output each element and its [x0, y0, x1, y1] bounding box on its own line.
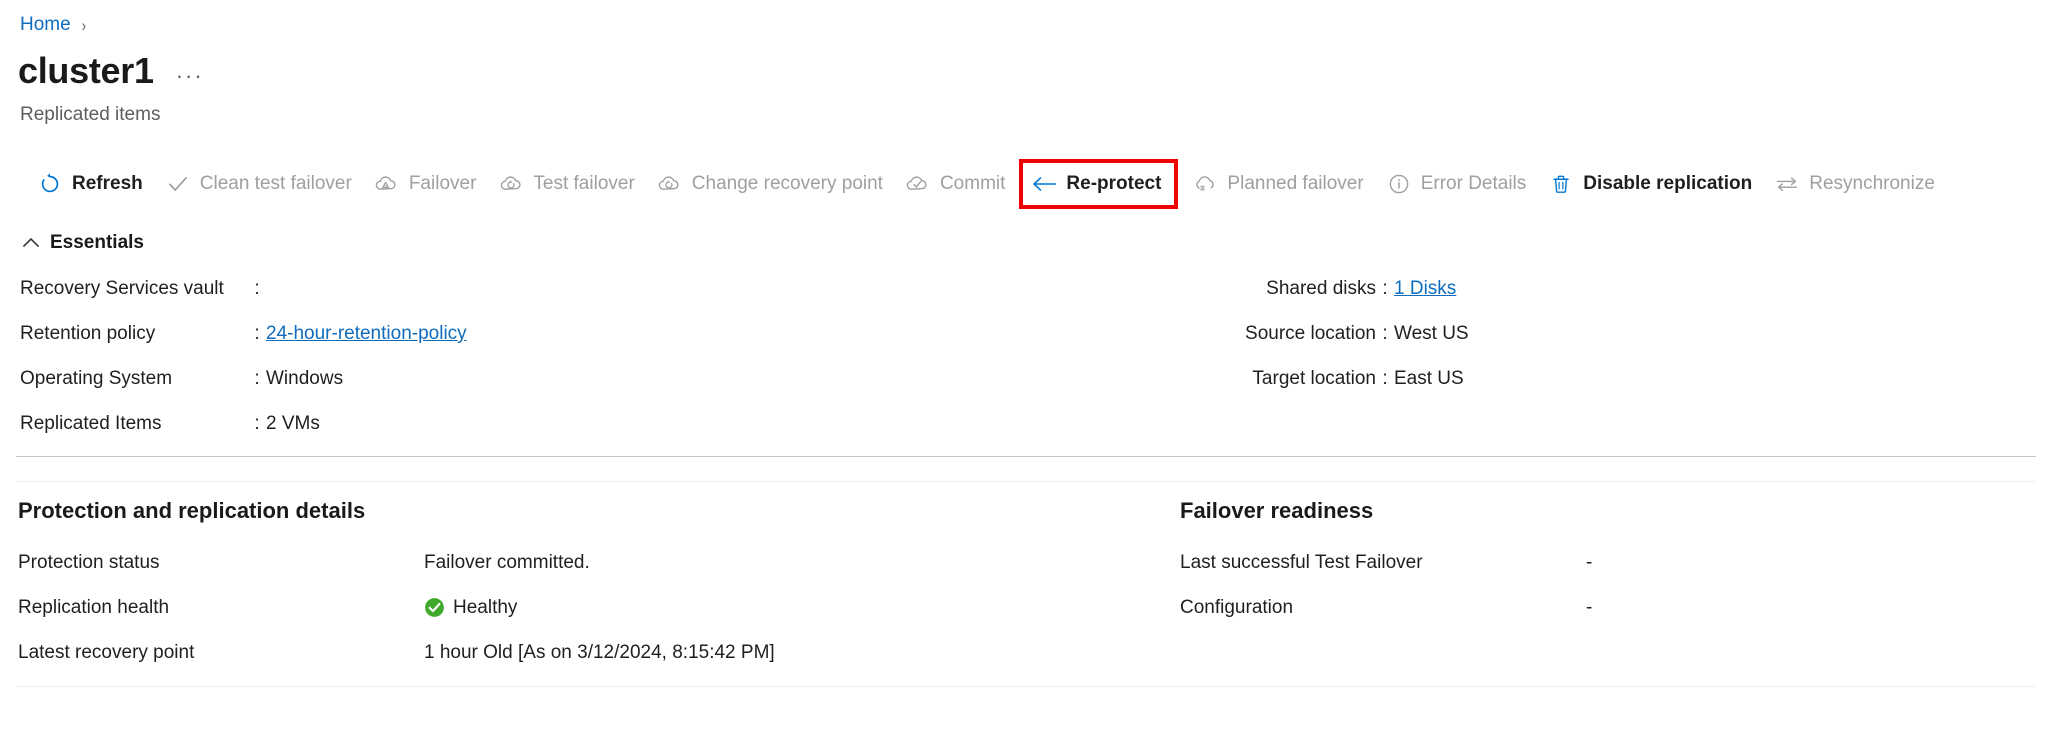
essentials-colon: :: [254, 368, 260, 389]
essentials-value-link[interactable]: 1 Disks: [1394, 278, 1456, 300]
essentials-key: Recovery Services vault: [20, 278, 224, 299]
divider-section-bottom: [16, 686, 2036, 687]
essentials-row: Operating System: Windows: [20, 368, 640, 413]
essentials-row: Source location: West US: [1180, 323, 1800, 368]
essentials-key: Retention policy: [20, 323, 156, 344]
detail-value: -: [1586, 596, 1593, 618]
page-header: cluster1 ···: [18, 50, 204, 92]
healthy-check-icon: [424, 597, 445, 618]
essentials-colon: :: [254, 323, 260, 344]
info-circle-icon: [1386, 171, 1412, 197]
command-re-protect[interactable]: Re-protect: [1019, 159, 1179, 209]
essentials-colon: :: [254, 413, 260, 434]
command-label: Commit: [939, 173, 1006, 194]
essentials-colon: :: [254, 278, 260, 299]
page-subtitle: Replicated items: [20, 104, 161, 125]
refresh-icon: [37, 171, 63, 197]
protection-detail-row: Protection status Failover committed.: [18, 540, 1148, 585]
essentials-colon: :: [1382, 368, 1388, 389]
essentials-colon: :: [1382, 323, 1388, 344]
command-error-details: Error Details: [1375, 160, 1538, 208]
protection-section-title: Protection and replication details: [18, 498, 366, 523]
cloud-failover-icon: [374, 171, 400, 197]
command-label: Test failover: [533, 173, 635, 194]
cloud-planned-icon: [1192, 171, 1218, 197]
command-refresh[interactable]: Refresh: [26, 160, 154, 208]
command-label: Disable replication: [1583, 173, 1753, 194]
more-options-icon[interactable]: ···: [176, 65, 204, 87]
chevron-up-icon: [20, 232, 42, 254]
failover-readiness-row: Last successful Test Failover -: [1180, 540, 2000, 585]
detail-key: Latest recovery point: [18, 641, 195, 663]
chevron-right-icon: ›: [81, 15, 86, 35]
divider-section-top: [16, 481, 2036, 482]
essentials-row: Recovery Services vault:: [20, 278, 640, 323]
command-label: Error Details: [1420, 173, 1527, 194]
detail-key: Last successful Test Failover: [1180, 551, 1423, 573]
essentials-toggle[interactable]: Essentials: [20, 232, 144, 254]
breadcrumb-home-link[interactable]: Home: [20, 14, 71, 36]
essentials-value: 2 VMs: [266, 413, 320, 434]
status-badge-label: Healthy: [453, 596, 518, 618]
protection-detail-row: Replication health Healthy: [18, 585, 1148, 630]
essentials-key: Operating System: [20, 368, 173, 389]
checkmark-icon: [165, 171, 191, 197]
command-change-recovery-point: Change recovery point: [646, 160, 894, 208]
essentials-colon: :: [1382, 278, 1388, 299]
resync-arrows-icon: [1774, 171, 1800, 197]
left-arrow-icon: [1031, 171, 1057, 197]
failover-readiness-section: Failover readiness Last successful Test …: [1180, 498, 2000, 630]
status-badge: Healthy: [424, 597, 517, 619]
failover-readiness-row: Configuration -: [1180, 585, 2000, 630]
detail-value: Healthy: [424, 597, 517, 619]
detail-key: Replication health: [18, 596, 170, 618]
trash-icon: [1548, 171, 1574, 197]
command-label: Clean test failover: [199, 173, 352, 194]
divider-essentials-bottom: [16, 456, 2036, 457]
command-bar: Refresh Clean test failover Failover Test f…: [0, 159, 2052, 209]
breadcrumb: Home ›: [20, 12, 86, 38]
essentials-label: Essentials: [50, 232, 144, 253]
essentials-left-column: Recovery Services vault: Retention policy…: [20, 278, 640, 458]
protection-detail-row: Latest recovery point 1 hour Old [As on 3…: [18, 630, 1148, 675]
essentials-key: Replicated Items: [20, 413, 162, 434]
essentials-value-link[interactable]: 24-hour-retention-policy: [266, 323, 467, 345]
command-label: Refresh: [72, 173, 143, 194]
essentials-value: Windows: [266, 368, 344, 389]
command-label: Resynchronize: [1809, 173, 1935, 194]
detail-value: Failover committed.: [424, 551, 590, 573]
essentials-value: East US: [1394, 368, 1464, 389]
command-label: Planned failover: [1227, 173, 1364, 194]
command-label: Change recovery point: [691, 173, 883, 194]
essentials-key: Source location: [1245, 323, 1376, 344]
detail-value: -: [1586, 551, 1593, 573]
failover-section-title: Failover readiness: [1180, 498, 1374, 523]
command-resynchronize: Resynchronize: [1763, 160, 1946, 208]
cloud-recovery-icon: [657, 171, 683, 197]
command-label: Re-protect: [1066, 173, 1162, 194]
command-clean-test-failover: Clean test failover: [154, 160, 363, 208]
essentials-row: Shared disks:1 Disks: [1180, 278, 1800, 323]
command-test-failover: Test failover: [487, 160, 645, 208]
essentials-right-column: Shared disks:1 Disks Source location: West…: [1180, 278, 1800, 413]
protection-and-replication-details-section: Protection and replication details Prote…: [18, 498, 1148, 675]
detail-key: Protection status: [18, 551, 160, 573]
command-disable-replication[interactable]: Disable replication: [1537, 160, 1763, 208]
command-failover: Failover: [363, 160, 488, 208]
essentials-key: Shared disks: [1266, 278, 1376, 299]
cloud-test-failover-icon: [498, 171, 524, 197]
essentials-row: Retention policy:24-hour-retention-polic…: [20, 323, 640, 368]
essentials-key: Target location: [1252, 368, 1376, 389]
page-title: cluster1: [18, 50, 154, 91]
detail-value: 1 hour Old [As on 3/12/2024, 8:15:42 PM]: [424, 641, 775, 663]
command-commit: Commit: [894, 160, 1016, 208]
cloud-check-icon: [905, 171, 931, 197]
essentials-row: Replicated Items:2 VMs: [20, 413, 640, 458]
essentials-value: West US: [1394, 323, 1469, 344]
essentials-row: Target location: East US: [1180, 368, 1800, 413]
command-planned-failover: Planned failover: [1181, 160, 1374, 208]
command-label: Failover: [408, 173, 477, 194]
detail-key: Configuration: [1180, 596, 1294, 618]
